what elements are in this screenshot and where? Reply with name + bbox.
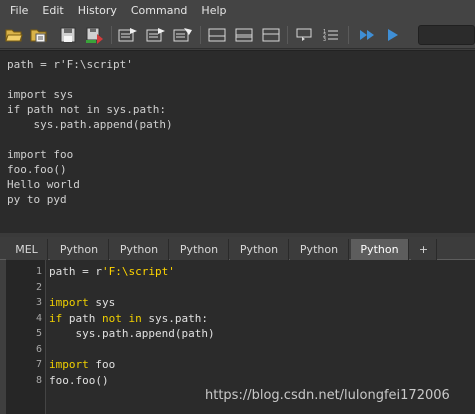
echo-all-commands-button[interactable] — [117, 24, 139, 46]
line-number: 8 — [35, 375, 42, 386]
toolbar: 1 2 3 — [0, 22, 475, 49]
save-to-shelf-icon — [86, 27, 103, 44]
line-number: 7 — [35, 359, 42, 370]
source-script-button[interactable] — [28, 24, 50, 46]
menu-history[interactable]: History — [71, 0, 124, 22]
line-number: 1 — [35, 266, 42, 277]
open-script-button[interactable] — [3, 24, 25, 46]
toolbar-separator — [348, 26, 349, 44]
echo-all-commands-icon — [118, 28, 137, 42]
clear-history-icon — [173, 28, 192, 42]
code-line: import sys — [49, 295, 115, 311]
code-keyword: import — [49, 358, 89, 371]
script-tabs: MEL Python Python Python Python Python P… — [0, 237, 475, 260]
history-pane[interactable]: path = r'F:\script' import sys if path n… — [0, 50, 475, 233]
line-numbers-button[interactable]: 1 2 3 — [320, 24, 342, 46]
code-line: path = r'F:\script' — [49, 264, 175, 280]
tab-python-5[interactable]: Python — [290, 239, 349, 260]
menu-command[interactable]: Command — [124, 0, 195, 22]
menu-help[interactable]: Help — [194, 0, 233, 22]
code-keyword: import — [49, 296, 89, 309]
line-number: 6 — [35, 344, 42, 355]
save-to-shelf-button[interactable] — [84, 24, 106, 46]
show-line-numbers-icon — [146, 28, 165, 42]
history-line: py to pyd — [7, 193, 67, 206]
show-line-numbers-button[interactable] — [145, 24, 167, 46]
tab-python-3[interactable]: Python — [170, 239, 229, 260]
line-number: 3 — [35, 297, 42, 308]
menu-edit[interactable]: Edit — [35, 0, 70, 22]
line-number: 2 — [35, 282, 42, 293]
history-line: import sys — [7, 88, 74, 101]
code-line: import foo — [49, 357, 115, 373]
show-stack-trace-button[interactable] — [293, 24, 315, 46]
code-line: sys.path.append(path) — [49, 326, 215, 342]
save-script-icon — [60, 27, 76, 43]
quick-search-field[interactable] — [418, 25, 475, 45]
show-both-icon — [235, 28, 253, 42]
history-line: if path not in sys.path: — [7, 103, 166, 116]
show-both-button[interactable] — [233, 24, 255, 46]
toolbar-separator — [200, 26, 201, 44]
code-text: path — [62, 312, 102, 325]
toolbar-separator — [287, 26, 288, 44]
show-stack-trace-icon — [296, 28, 312, 41]
execute-button[interactable] — [382, 24, 404, 46]
code-text: sys.path: — [141, 312, 208, 325]
code-keyword: not in — [102, 312, 142, 325]
show-history-only-button[interactable] — [206, 24, 228, 46]
code-text: path = r — [49, 265, 102, 278]
menubar: File Edit History Command Help — [0, 0, 475, 22]
watermark-text: https://blog.csdn.net/lulongfei172006 — [205, 388, 450, 403]
tab-python-2[interactable]: Python — [110, 239, 169, 260]
code-keyword: if — [49, 312, 63, 325]
code-string: 'F:\script' — [101, 265, 175, 278]
execute-icon — [388, 29, 398, 41]
tab-python-1[interactable]: Python — [50, 239, 109, 260]
code-text: foo.foo() — [49, 374, 109, 387]
history-line: path = r'F:\script' — [7, 58, 133, 71]
save-script-button[interactable] — [57, 24, 79, 46]
show-history-only-icon — [208, 28, 226, 42]
tab-python-4[interactable]: Python — [230, 239, 289, 260]
history-line: foo.foo() — [7, 163, 67, 176]
tab-mel[interactable]: MEL — [6, 239, 48, 260]
code-text: sys.path.append(path) — [49, 327, 215, 340]
code-text: foo — [88, 358, 116, 371]
open-script-icon — [5, 29, 23, 42]
line-number: 4 — [35, 313, 42, 324]
add-tab-button[interactable]: + — [411, 239, 437, 260]
line-number: 5 — [35, 328, 42, 339]
execute-all-icon — [360, 30, 374, 40]
history-line: Hello world — [7, 178, 80, 191]
toolbar-separator — [111, 26, 112, 44]
source-script-icon — [30, 29, 47, 43]
code-text: sys — [88, 296, 116, 309]
history-line: sys.path.append(path) — [7, 118, 173, 131]
show-input-only-button[interactable] — [260, 24, 282, 46]
line-numbers-icon: 1 2 3 — [323, 29, 338, 43]
code-line: foo.foo() — [49, 373, 109, 389]
line-number-gutter: 1 2 3 4 5 6 7 8 — [6, 260, 46, 414]
tab-python-6-active[interactable]: Python — [351, 239, 409, 260]
history-line: import foo — [7, 148, 74, 161]
menu-file[interactable]: File — [3, 0, 35, 22]
clear-history-button[interactable] — [172, 24, 194, 46]
execute-all-button[interactable] — [356, 24, 378, 46]
svg-text:3: 3 — [323, 37, 326, 43]
show-input-only-icon — [262, 28, 280, 42]
code-line: if path not in sys.path: — [49, 311, 208, 327]
